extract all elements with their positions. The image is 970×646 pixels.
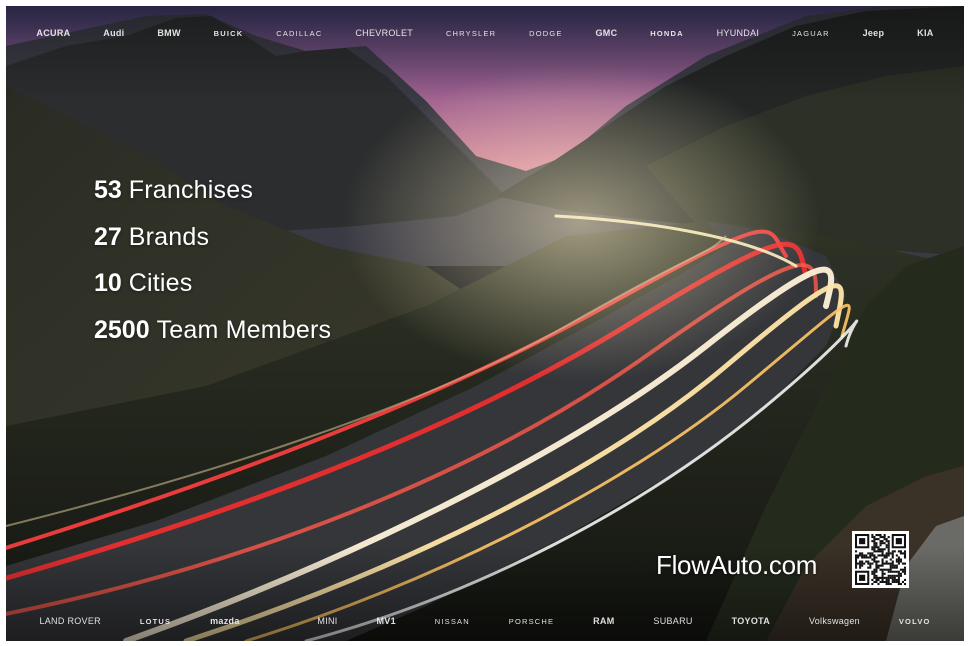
brand-logo-volvo: VOLVO bbox=[898, 616, 931, 626]
stat-brands: 27 Brands bbox=[94, 221, 331, 268]
brand-logo-lotus: LOTUS bbox=[139, 616, 172, 626]
stat-team-members: 2500 Team Members bbox=[94, 314, 331, 361]
brand-logo-toyota: TOYOTA bbox=[731, 616, 771, 626]
stat-label: Cities bbox=[128, 269, 193, 297]
brand-logo-ram: RAM bbox=[593, 616, 615, 626]
brand-logo-mini: MINI bbox=[317, 616, 338, 626]
brand-logo-honda: HONDA bbox=[650, 28, 684, 38]
brand-logo-jaguar: JAGUAR bbox=[792, 28, 830, 38]
brand-logos-bottom-row: LAND ROVER LOTUS mazda MINI MV1 NISSAN P… bbox=[6, 614, 964, 628]
stat-label: Brands bbox=[128, 222, 210, 251]
brand-logo-cadillac: CADILLAC bbox=[276, 28, 323, 38]
brand-logo-subaru: SUBARU bbox=[653, 616, 693, 626]
brand-logo-bmw: BMW bbox=[157, 28, 181, 38]
stat-label: Team Members bbox=[156, 315, 332, 344]
advertisement-banner: ACURA Audi BMW BUICK CADILLAC CHEVROLET … bbox=[6, 6, 964, 641]
brand-logo-porsche: PORSCHE bbox=[508, 616, 555, 626]
website-url[interactable]: FlowAuto.com bbox=[656, 550, 817, 581]
brand-logo-nissan: NISSAN bbox=[434, 616, 470, 626]
stat-number: 27 bbox=[94, 222, 122, 251]
brand-logos-top-row: ACURA Audi BMW BUICK CADILLAC CHEVROLET … bbox=[6, 26, 964, 40]
brand-logo-buick: BUICK bbox=[213, 28, 244, 38]
brand-logo-jeep: Jeep bbox=[862, 28, 885, 38]
brand-logo-mv1: MV1 bbox=[376, 616, 396, 626]
brand-logo-kia: KIA bbox=[917, 28, 934, 38]
stat-label: Franchises bbox=[128, 176, 254, 204]
stat-franchises: 53 Franchises bbox=[94, 174, 331, 221]
stat-number: 2500 bbox=[94, 315, 150, 344]
brand-logo-volkswagen: Volkswagen bbox=[808, 616, 860, 626]
brand-logo-hyundai: HYUNDAI bbox=[716, 28, 760, 38]
stat-number: 10 bbox=[94, 269, 122, 297]
stats-list: 53 Franchises 27 Brands 10 Cities 2500 T… bbox=[94, 174, 331, 360]
brand-logo-mazda: mazda bbox=[210, 616, 240, 626]
stat-cities: 10 Cities bbox=[94, 267, 331, 314]
brand-logo-acura: ACURA bbox=[36, 28, 71, 38]
brand-logo-chrysler: CHRYSLER bbox=[445, 28, 497, 38]
brand-logo-gmc: GMC bbox=[595, 28, 618, 38]
brand-logo-dodge: DODGE bbox=[529, 28, 563, 38]
qr-code-icon[interactable] bbox=[852, 531, 909, 588]
stat-number: 53 bbox=[94, 176, 122, 204]
brand-logo-land-rover: LAND ROVER bbox=[39, 616, 101, 626]
brand-logo-chevrolet: CHEVROLET bbox=[355, 28, 414, 38]
brand-logo-audi: Audi bbox=[103, 28, 125, 38]
